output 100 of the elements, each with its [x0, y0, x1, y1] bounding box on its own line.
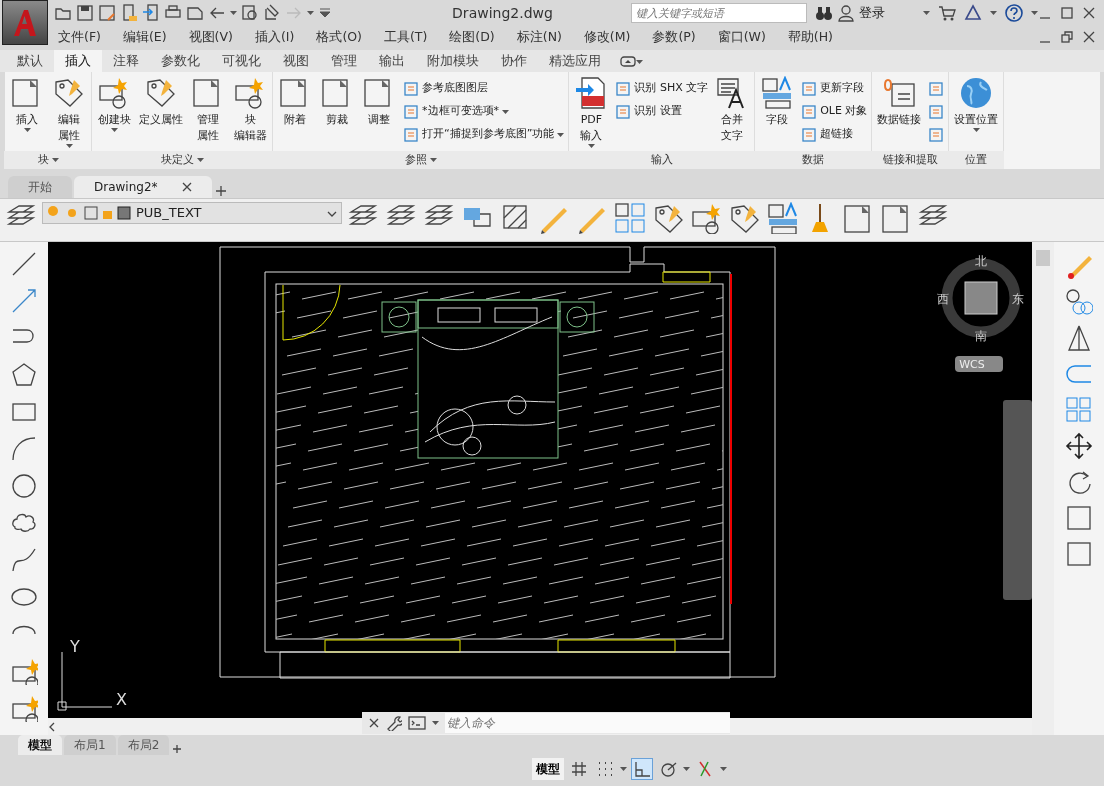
search-field[interactable]: 键入关键字或短语 — [631, 3, 807, 23]
caret-icon[interactable] — [110, 128, 118, 132]
menu-item[interactable]: 窗口(W) — [717, 27, 766, 47]
caret-icon[interactable] — [720, 767, 727, 771]
arc-icon[interactable] — [10, 435, 38, 463]
ribbon-button[interactable]: 创建块 — [94, 76, 134, 151]
ortho-toggle[interactable] — [631, 757, 653, 781]
restore-icon[interactable] — [1060, 30, 1074, 44]
ribbon-button[interactable]: 插入 — [7, 76, 47, 151]
file-tab[interactable]: Drawing2* — [74, 176, 212, 198]
spline-icon[interactable] — [10, 546, 38, 574]
ribbon-tab[interactable]: 注释 — [102, 49, 150, 73]
circle-icon[interactable] — [10, 472, 38, 500]
grid-icon[interactable] — [614, 202, 646, 234]
ribbon-tab[interactable]: 输出 — [368, 49, 416, 73]
ribbon-button[interactable]: 定义属性 — [136, 76, 186, 151]
magnifier-icon[interactable] — [241, 4, 259, 22]
menu-item[interactable]: 参数(P) — [652, 27, 696, 47]
plus-icon[interactable] — [213, 184, 228, 198]
caret-icon[interactable] — [972, 128, 980, 132]
caret-icon[interactable] — [196, 158, 204, 162]
ribbon-button[interactable]: 识别 SHX 文字 — [613, 78, 711, 99]
panel-title[interactable]: 数据 — [802, 151, 825, 169]
line-icon[interactable] — [10, 250, 38, 278]
binoculars-icon[interactable] — [815, 4, 833, 22]
menu-item[interactable]: 编辑(E) — [122, 27, 167, 47]
caret-icon[interactable] — [307, 11, 314, 15]
login-link[interactable]: 登录 — [859, 3, 885, 23]
caret-icon[interactable] — [51, 158, 59, 162]
ribbon-button[interactable]: 打开“捕捉到参考底图”功能 — [401, 124, 567, 145]
compass-direction[interactable]: 西 — [937, 292, 949, 306]
layout-tab[interactable]: 模型 — [18, 735, 62, 755]
page-icon[interactable] — [186, 4, 204, 22]
panel-toggle-icon[interactable] — [620, 56, 636, 67]
close-icon[interactable] — [368, 717, 380, 729]
ribbon-button[interactable]: 参考底图图层 — [401, 78, 567, 99]
caret-icon[interactable] — [432, 721, 439, 725]
caret-icon[interactable] — [636, 59, 643, 64]
ribbon-button[interactable]: PDF 输入 — [571, 76, 612, 151]
menu-item[interactable]: 修改(M) — [583, 27, 631, 47]
tag-icon[interactable] — [728, 202, 760, 234]
ribbon-tab[interactable]: 协作 — [490, 49, 538, 73]
ribbon-button[interactable]: 超链接 — [799, 124, 870, 145]
menu-item[interactable]: 绘图(D) — [449, 27, 495, 47]
caret-icon[interactable] — [587, 144, 595, 148]
ribbon-button[interactable]: 字段 — [757, 76, 798, 151]
drawing-canvas[interactable]: Y X 北 南 西 东 WCS 键入命令 — [48, 242, 1032, 735]
app-menu-button[interactable] — [2, 0, 48, 45]
close-icon[interactable] — [1082, 30, 1096, 44]
ribbon-button[interactable]: 设置位置 — [951, 76, 1002, 151]
caret-icon[interactable] — [230, 11, 237, 15]
ribbon-button[interactable]: 管理 属性 — [188, 76, 228, 151]
ribbon-button[interactable]: OLE 对象 — [799, 101, 870, 122]
compass-direction[interactable]: 北 — [975, 254, 987, 268]
ribbon-tab[interactable]: 参数化 — [150, 49, 211, 73]
user-icon[interactable] — [837, 4, 855, 22]
caret-icon[interactable] — [65, 144, 73, 148]
ribbon-button[interactable]: 编辑 属性 — [49, 76, 89, 151]
rectangle-icon[interactable] — [1065, 504, 1093, 532]
caret-icon[interactable] — [683, 767, 690, 771]
caret-icon[interactable] — [990, 11, 997, 15]
close-icon[interactable] — [181, 182, 192, 192]
caret-icon[interactable] — [23, 128, 31, 132]
ribbon-button[interactable]: 剪裁 — [317, 76, 357, 151]
ribbon-button[interactable]: 识别 设置 — [613, 101, 711, 122]
layout-tab[interactable]: 布局2 — [117, 735, 170, 755]
import-icon[interactable] — [142, 4, 160, 22]
ribbon-button[interactable]: 块 编辑器 — [230, 76, 270, 151]
block-icon[interactable] — [690, 202, 722, 234]
help-icon[interactable] — [1005, 4, 1023, 22]
plus-icon[interactable] — [171, 743, 184, 755]
caret-icon[interactable] — [923, 11, 930, 15]
ribbon-button[interactable]: 附着 — [275, 76, 315, 151]
ribbon-button[interactable]: 更新字段 — [799, 78, 870, 99]
close-icon[interactable] — [1082, 6, 1096, 20]
menu-item[interactable]: 文件(F) — [58, 27, 101, 47]
phone-icon[interactable] — [120, 4, 138, 22]
layer-dropdown[interactable]: PUB_TEXT — [42, 202, 342, 224]
customize-icon[interactable] — [318, 6, 332, 20]
circle-icon[interactable] — [1065, 288, 1093, 316]
file-tab[interactable]: 开始 — [8, 176, 72, 198]
ribbon-tab[interactable]: 管理 — [320, 49, 368, 73]
ribbon-tab[interactable]: 插入 — [54, 49, 102, 73]
menu-item[interactable]: 视图(V) — [188, 27, 233, 47]
layout-tab[interactable]: 布局1 — [64, 735, 116, 755]
menu-item[interactable]: 帮助(H) — [787, 27, 833, 47]
ribbon-tab[interactable]: 可视化 — [211, 49, 272, 73]
pentagon-icon[interactable] — [10, 361, 38, 389]
panel-title[interactable]: 块定义 — [160, 151, 194, 169]
rectangle-icon[interactable] — [1065, 540, 1093, 568]
menu-item[interactable]: 插入(I) — [254, 27, 295, 47]
ribbon-tab[interactable]: 附加模块 — [416, 49, 490, 73]
save-as-icon[interactable] — [98, 4, 116, 22]
ribbon-tab[interactable]: 默认 — [6, 49, 54, 73]
arrow-line-icon[interactable] — [10, 287, 38, 315]
vertical-scrollbar[interactable] — [1032, 242, 1054, 735]
model-space-button[interactable]: 模型 — [532, 758, 564, 780]
wcs-menu[interactable] — [955, 356, 1003, 372]
floor-plan-drawing[interactable] — [219, 246, 776, 679]
maximize-icon[interactable] — [1060, 6, 1074, 20]
